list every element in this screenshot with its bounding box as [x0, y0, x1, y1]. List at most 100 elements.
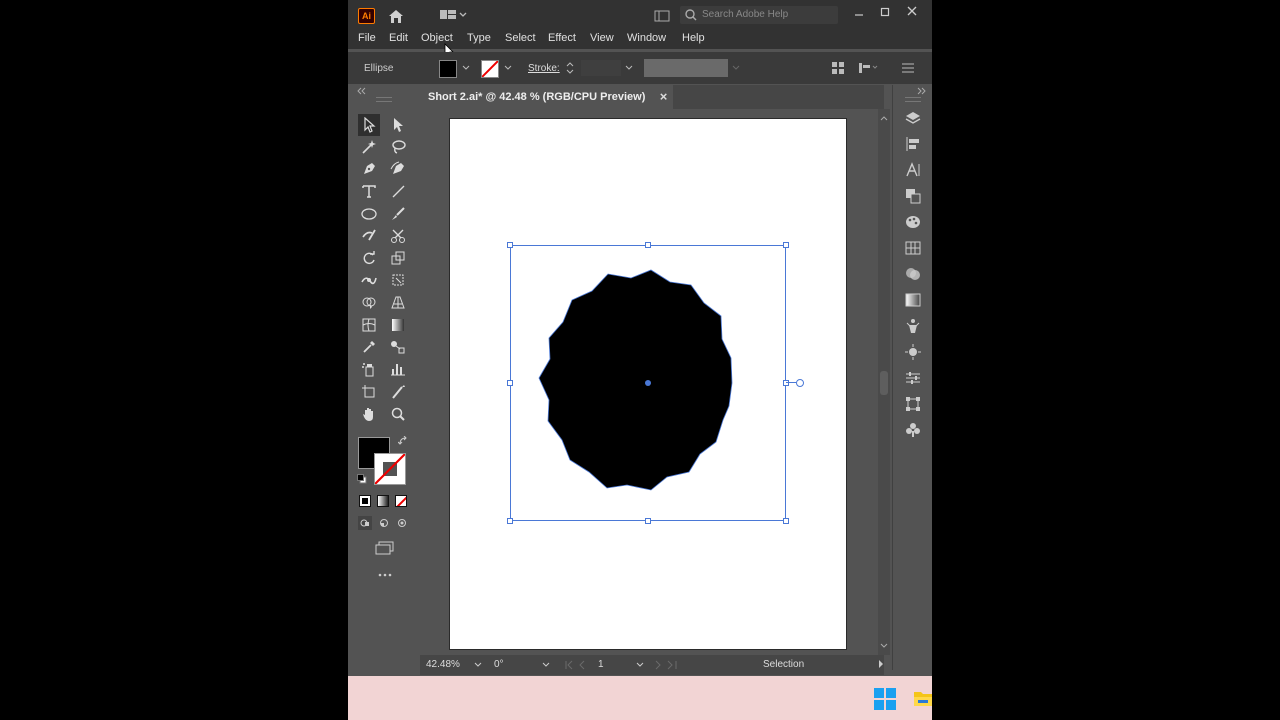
resize-handle[interactable]: [507, 380, 513, 386]
live-corner-widget-icon[interactable]: [796, 379, 804, 387]
scroll-up-icon[interactable]: [880, 115, 888, 121]
resize-handle[interactable]: [507, 242, 513, 248]
artboard-nav-prev-icon[interactable]: [564, 660, 594, 670]
chevron-down-icon[interactable]: [542, 662, 550, 668]
chevron-down-icon[interactable]: [731, 62, 741, 74]
resize-handle[interactable]: [645, 242, 651, 248]
color-mode-icon[interactable]: [359, 495, 371, 507]
hand-tool-icon[interactable]: [358, 403, 380, 425]
fill-color-swatch[interactable]: [439, 60, 457, 78]
ellipse-tool-icon[interactable]: [358, 203, 380, 225]
close-window-icon[interactable]: [905, 4, 919, 18]
stroke-swatch[interactable]: [374, 453, 406, 485]
draw-normal-icon[interactable]: [358, 516, 372, 530]
screen-mode-icon[interactable]: [374, 540, 396, 556]
mesh-tool-icon[interactable]: [358, 314, 380, 336]
transform-options-icon[interactable]: [856, 60, 880, 76]
restore-icon[interactable]: [878, 5, 892, 19]
layers-icon[interactable]: [903, 109, 923, 127]
chevron-down-icon[interactable]: [624, 62, 634, 74]
perspective-grid-tool-icon[interactable]: [387, 291, 409, 313]
lasso-tool-icon[interactable]: [387, 136, 409, 158]
free-transform-tool-icon[interactable]: [387, 269, 409, 291]
width-tool-icon[interactable]: [358, 269, 380, 291]
transform-panel-icon[interactable]: [903, 395, 923, 413]
none-mode-icon[interactable]: [395, 495, 407, 507]
resize-handle[interactable]: [783, 242, 789, 248]
direct-selection-tool-icon[interactable]: [387, 114, 409, 136]
zoom-level[interactable]: 42.48%: [426, 659, 460, 670]
artboard-nav-next-icon[interactable]: [654, 660, 684, 670]
selection-tool-icon[interactable]: [358, 114, 380, 136]
blend-tool-icon[interactable]: [387, 336, 409, 358]
character-icon[interactable]: [903, 161, 923, 179]
menu-window[interactable]: Window: [627, 32, 666, 44]
default-colors-icon[interactable]: [356, 473, 368, 485]
artboard-number[interactable]: 1: [598, 659, 604, 670]
rotation-value[interactable]: 0°: [494, 659, 504, 670]
workspace-switcher-icon[interactable]: [438, 8, 468, 22]
rotate-tool-icon[interactable]: [358, 247, 380, 269]
swap-colors-icon[interactable]: [397, 435, 409, 447]
zoom-tool-icon[interactable]: [387, 403, 409, 425]
resize-handle[interactable]: [645, 518, 651, 524]
panel-grip[interactable]: [376, 97, 392, 102]
draw-inside-icon[interactable]: [395, 516, 409, 530]
symbol-sprayer-tool-icon[interactable]: [358, 358, 380, 380]
edit-toolbar-icon[interactable]: [374, 570, 396, 580]
variable-width-profile[interactable]: [644, 59, 728, 77]
menu-effect[interactable]: Effect: [548, 32, 576, 44]
vertical-scrollbar[interactable]: [878, 109, 890, 655]
gradient-panel-icon[interactable]: [903, 291, 923, 309]
curvature-tool-icon[interactable]: [387, 158, 409, 180]
align-panel-icon[interactable]: [903, 135, 923, 153]
menu-select[interactable]: Select: [505, 32, 536, 44]
appearance-icon[interactable]: [903, 343, 923, 361]
swatches-icon[interactable]: [903, 239, 923, 257]
resize-handle[interactable]: [783, 518, 789, 524]
color-palette-icon[interactable]: [903, 213, 923, 231]
chevron-down-icon[interactable]: [503, 62, 513, 74]
paintbrush-tool-icon[interactable]: [387, 203, 409, 225]
menu-edit[interactable]: Edit: [389, 32, 408, 44]
collapse-panel-icon[interactable]: [917, 87, 927, 95]
shape-builder-tool-icon[interactable]: [358, 291, 380, 313]
stroke-color-swatch[interactable]: [481, 60, 499, 78]
chevron-down-icon[interactable]: [461, 62, 471, 74]
gradient-tool-icon[interactable]: [387, 314, 409, 336]
chevron-down-icon[interactable]: [636, 662, 644, 668]
stroke-stepper-icon[interactable]: [565, 59, 575, 77]
status-menu-icon[interactable]: [878, 659, 884, 669]
panel-grip[interactable]: [905, 97, 921, 102]
gradient-mode-icon[interactable]: [377, 495, 389, 507]
close-tab-icon[interactable]: ×: [660, 85, 668, 109]
menu-help[interactable]: Help: [682, 32, 705, 44]
collapse-panel-icon[interactable]: [356, 87, 366, 97]
pathfinder-icon[interactable]: [903, 187, 923, 205]
arrange-documents-icon[interactable]: [654, 9, 670, 22]
resize-handle[interactable]: [507, 518, 513, 524]
puppet-warp-icon[interactable]: [903, 317, 923, 335]
scroll-thumb[interactable]: [880, 371, 888, 395]
draw-behind-icon[interactable]: [377, 516, 391, 530]
color-guide-icon[interactable]: [903, 265, 923, 283]
type-tool-icon[interactable]: [358, 180, 380, 202]
artboard-tool-icon[interactable]: [358, 381, 380, 403]
shaper-tool-icon[interactable]: [358, 225, 380, 247]
line-segment-tool-icon[interactable]: [387, 180, 409, 202]
column-graph-tool-icon[interactable]: [387, 358, 409, 380]
menu-file[interactable]: File: [358, 32, 376, 44]
pen-tool-icon[interactable]: [358, 158, 380, 180]
slice-tool-icon[interactable]: [387, 381, 409, 403]
properties-sliders-icon[interactable]: [903, 369, 923, 387]
resize-handle[interactable]: [783, 380, 789, 386]
scroll-down-icon[interactable]: [880, 643, 888, 649]
eyedropper-tool-icon[interactable]: [358, 336, 380, 358]
chevron-down-icon[interactable]: [474, 662, 482, 668]
panel-menu-icon[interactable]: [900, 60, 916, 76]
scale-tool-icon[interactable]: [387, 247, 409, 269]
magic-wand-tool-icon[interactable]: [358, 136, 380, 158]
scissors-tool-icon[interactable]: [387, 225, 409, 247]
menu-type[interactable]: Type: [467, 32, 491, 44]
file-explorer-icon[interactable]: [914, 688, 932, 711]
